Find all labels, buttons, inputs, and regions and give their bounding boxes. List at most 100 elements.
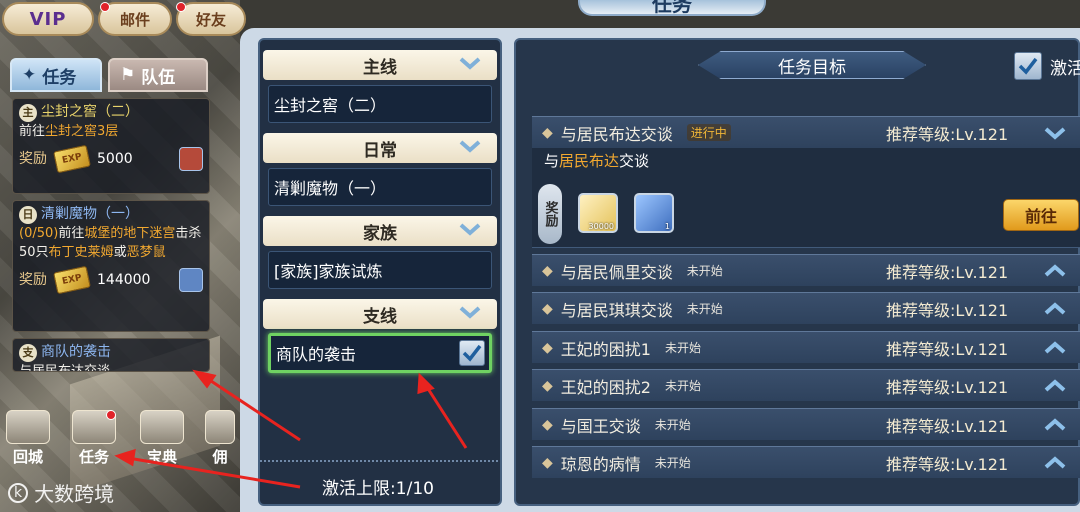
exp-ticket-icon: EXP	[53, 144, 91, 174]
weapon-reward-item[interactable]: 1	[634, 193, 674, 233]
recommended-level: 推荐等级:Lv.121	[886, 416, 1009, 436]
quest-status: 未开始	[654, 456, 691, 470]
category-item[interactable]: [家族]家族试炼	[268, 251, 492, 289]
nav-codex[interactable]: 宝典	[134, 410, 190, 466]
quest-row-title: 王妃的困扰1	[560, 339, 651, 359]
side-quest-card-branch[interactable]: 支 商队的袭击 与居民布达交谈	[12, 338, 210, 372]
activate-toggle[interactable]	[1014, 52, 1042, 80]
tab-quests[interactable]: ✦ 任务	[10, 58, 102, 92]
side-quest-reward: 奖励 EXP 144000	[19, 265, 203, 295]
side-quest-card-main[interactable]: 主 尘封之窖（二） 前往尘封之窖3层 奖励 EXP 5000	[12, 98, 210, 194]
chevron-up-icon	[1044, 264, 1066, 277]
quest-row[interactable]: ◆ 王妃的困扰2 未开始 推荐等级:Lv.121	[532, 369, 1080, 401]
quest-row-title: 与居民佩里交谈	[560, 262, 673, 282]
side-quest-title: 尘封之窖（二）	[41, 104, 139, 120]
category-item[interactable]: 尘封之窖（二）	[268, 85, 492, 123]
category-family-header[interactable]: 家族	[263, 216, 497, 246]
reward-item-icon[interactable]	[179, 268, 203, 292]
check-icon	[1018, 57, 1038, 75]
check-icon	[462, 344, 482, 362]
chevron-down-icon	[459, 223, 481, 236]
quest-row[interactable]: ◆ 与居民琪琪交谈 未开始 推荐等级:Lv.121	[532, 292, 1080, 324]
diamond-icon: ◆	[542, 300, 553, 317]
castle-icon	[6, 410, 50, 444]
quests-notification-dot	[106, 410, 116, 420]
quest-row-title: 与居民布达交谈	[560, 124, 673, 144]
quest-status: 未开始	[664, 379, 701, 393]
recommended-level: 推荐等级:Lv.121	[886, 124, 1009, 144]
diamond-icon: ◆	[542, 262, 553, 279]
diamond-icon: ◆	[542, 339, 553, 356]
chevron-down-icon	[459, 306, 481, 319]
side-quest-reward: 奖励 EXP 5000	[19, 144, 203, 174]
recommended-level: 推荐等级:Lv.121	[886, 377, 1009, 397]
quest-row-title: 与居民琪琪交谈	[560, 300, 673, 320]
exp-reward-item[interactable]: 30000	[578, 193, 618, 233]
go-button[interactable]: 前往	[1003, 199, 1079, 231]
diamond-icon: ◆	[542, 454, 553, 471]
panel-title: 任务	[578, 0, 766, 16]
chevron-down-icon	[459, 140, 481, 153]
book-icon	[140, 410, 184, 444]
side-quest-title: 商队的袭击	[41, 344, 111, 360]
recommended-level: 推荐等级:Lv.121	[886, 454, 1009, 474]
divider	[260, 460, 498, 462]
chevron-down-icon	[459, 57, 481, 70]
friends-notification-dot	[176, 2, 186, 12]
quest-row[interactable]: ◆ 与居民佩里交谈 未开始 推荐等级:Lv.121	[532, 254, 1080, 286]
side-quest-desc: (0/50)前往城堡的地下迷宫击杀50只布丁史莱姆或恶梦鼠	[19, 226, 202, 260]
recommended-level: 推荐等级:Lv.121	[886, 339, 1009, 359]
activate-label: 激活	[1050, 59, 1080, 79]
recommended-level: 推荐等级:Lv.121	[886, 262, 1009, 282]
category-daily-header[interactable]: 日常	[263, 133, 497, 163]
tab-quests-label: 任务	[42, 67, 77, 88]
quest-status: 未开始	[654, 418, 691, 432]
category-main-header[interactable]: 主线	[263, 50, 497, 80]
quest-row-title: 与国王交谈	[560, 416, 641, 436]
chevron-up-icon	[1044, 456, 1066, 469]
reward-item-icon[interactable]	[179, 147, 203, 171]
reward-label: 奖励	[538, 184, 562, 244]
watermark-logo: k	[8, 482, 29, 503]
quest-status: 未开始	[686, 264, 723, 278]
quest-row-title: 琼恩的病情	[560, 454, 641, 474]
quest-status: 未开始	[664, 341, 701, 355]
nav-mercenary[interactable]: 佣	[200, 410, 240, 466]
watermark-text: 大数跨境	[34, 482, 115, 506]
diamond-icon: ◆	[542, 416, 553, 433]
quest-row[interactable]: ◆ 与国王交谈 未开始 推荐等级:Lv.121	[532, 408, 1080, 440]
side-quest-desc: 与居民布达交谈	[19, 364, 111, 372]
category-item-selected[interactable]: 商队的袭击	[268, 333, 492, 373]
watermark: k 大数跨境	[8, 478, 114, 507]
quest-status-badge: 进行中	[686, 124, 731, 141]
category-branch-header[interactable]: 支线	[263, 299, 497, 329]
category-item[interactable]: 清剿魔物（一）	[268, 168, 492, 206]
side-quest-card-daily[interactable]: 日 清剿魔物（一） (0/50)前往城堡的地下迷宫击杀50只布丁史莱姆或恶梦鼠 …	[12, 200, 210, 332]
recommended-level: 推荐等级:Lv.121	[886, 300, 1009, 320]
flag-icon: ⚑	[120, 65, 136, 85]
chevron-down-icon	[1044, 127, 1066, 140]
quest-row[interactable]: ◆ 琼恩的病情 未开始 推荐等级:Lv.121	[532, 446, 1080, 478]
nav-return-city[interactable]: 回城	[0, 410, 56, 466]
side-quest-desc: 前往尘封之窖3层	[19, 124, 119, 139]
activate-checkbox[interactable]	[459, 340, 485, 366]
quest-row-expanded[interactable]: ◆ 与居民布达交谈 进行中 推荐等级:Lv.121	[532, 116, 1080, 148]
chevron-up-icon	[1044, 379, 1066, 392]
branch-quest-badge: 支	[19, 343, 37, 362]
chevron-up-icon	[1044, 302, 1066, 315]
tab-team[interactable]: ⚑ 队伍	[108, 58, 208, 92]
diamond-icon: ◆	[542, 377, 553, 394]
main-quest-badge: 主	[19, 103, 37, 122]
vip-button[interactable]: VIP	[2, 2, 94, 36]
activation-limit: 激活上限:1/10	[322, 479, 434, 499]
exp-ticket-icon: EXP	[53, 265, 91, 295]
quest-detail-desc: 与居民布达交谈	[544, 152, 650, 170]
quest-row[interactable]: ◆ 王妃的困扰1 未开始 推荐等级:Lv.121	[532, 331, 1080, 363]
chevron-up-icon	[1044, 418, 1066, 431]
friends-button[interactable]: 好友	[176, 2, 246, 36]
diamond-icon: ◆	[542, 124, 553, 141]
mail-notification-dot	[100, 2, 110, 12]
quest-status: 未开始	[686, 302, 723, 316]
scroll-icon: ✦	[22, 65, 37, 85]
mercenary-icon	[205, 410, 235, 444]
